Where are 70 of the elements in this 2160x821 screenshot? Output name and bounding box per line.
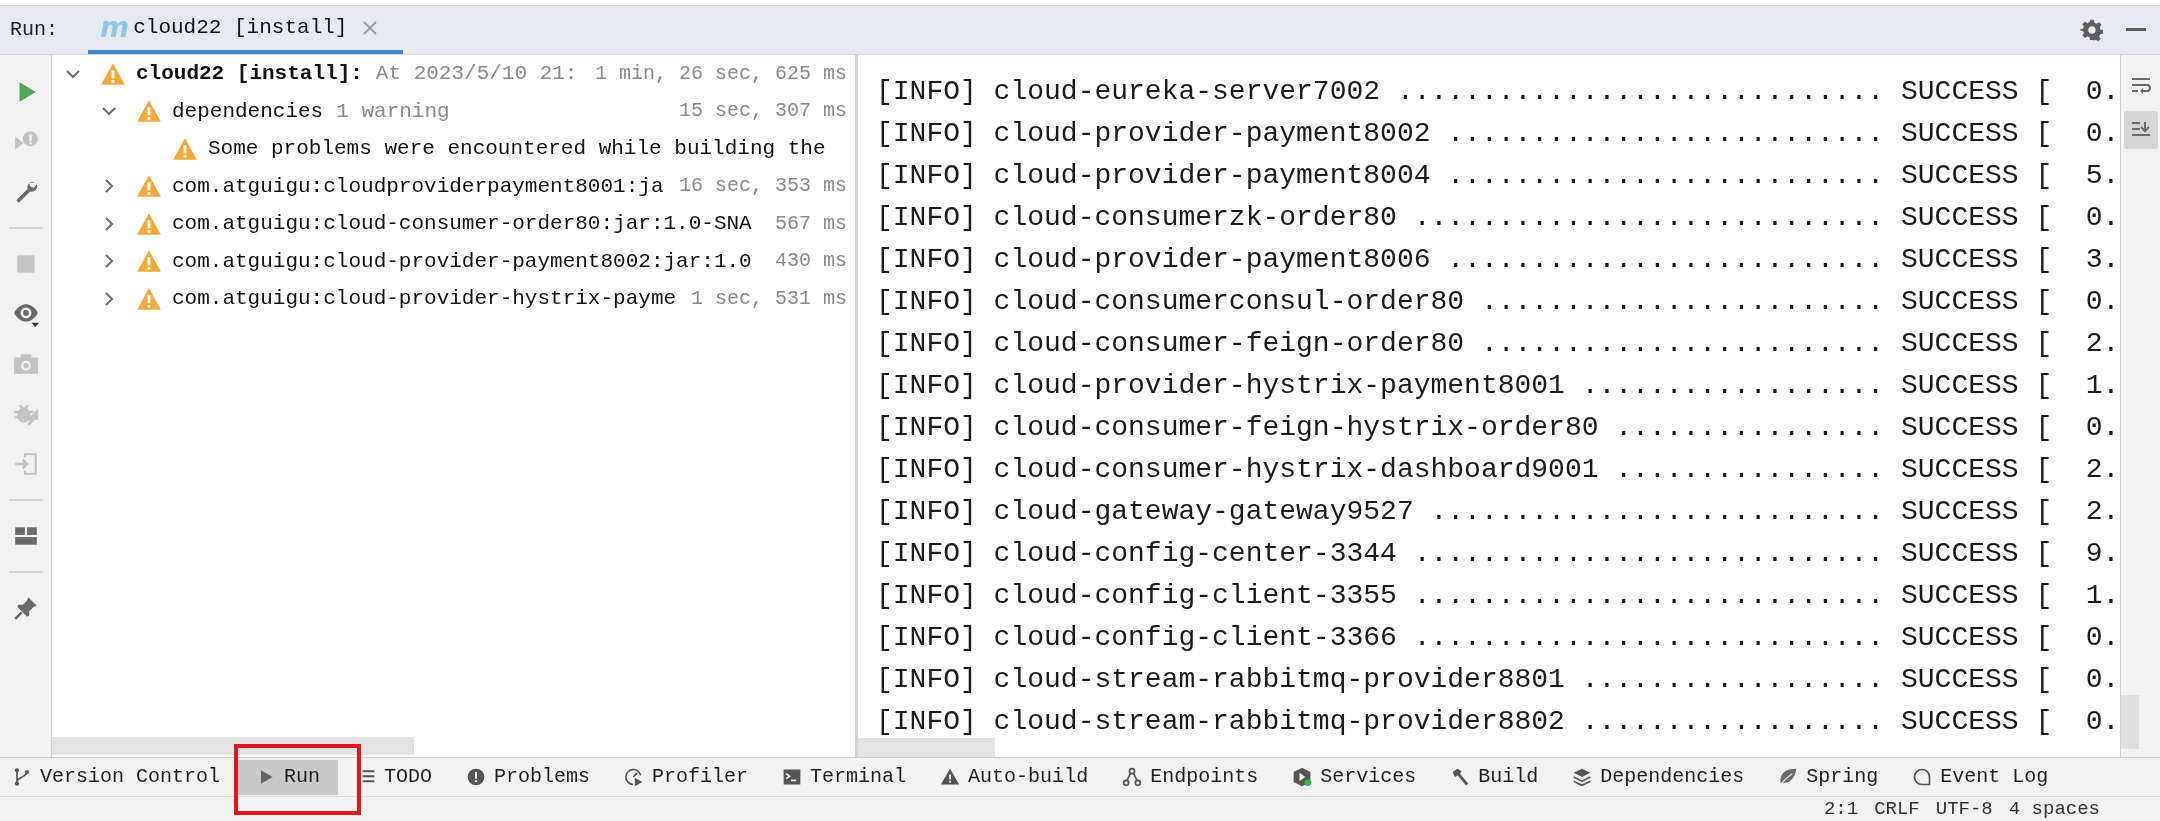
tree-item[interactable]: dependencies xyxy=(172,95,324,127)
tool-window-button[interactable]: Services xyxy=(1292,759,1417,795)
tree-item[interactable]: cloud22 [install]: xyxy=(136,58,363,90)
pin-icon[interactable] xyxy=(12,595,39,621)
console-line: [INFO] cloud-gateway-gateway9527 ........................... SUCCESS [ 2. xyxy=(876,495,2120,529)
branch-icon xyxy=(12,767,32,787)
horizontal-scrollbar[interactable] xyxy=(52,737,414,755)
console-line: [INFO] cloud-consumerconsul-order80 ........................ SUCCESS [ 0. xyxy=(876,285,2120,319)
scroll-to-end-button[interactable] xyxy=(2123,111,2158,149)
tree-item[interactable]: com.atguigu:cloud-provider-hystrix-payme xyxy=(172,283,677,315)
duration-text: 1 sec, 531 ms xyxy=(690,285,847,312)
duration-text: 430 ms xyxy=(775,248,847,275)
warning-icon xyxy=(136,248,162,275)
tree-item[interactable]: com.atguigu:cloud-consumer-order80:jar:1.0-SNA xyxy=(172,208,752,240)
console-line: [INFO] cloud-stream-rabbitmq-provider8801 .................. SUCCESS [ 0. xyxy=(876,663,2120,697)
horizontal-scrollbar[interactable] xyxy=(858,738,995,757)
console-line: [INFO] cloud-consumer-feign-order80 ........................ SUCCESS [ 2. xyxy=(876,327,2120,361)
console-line: [INFO] cloud-provider-hystrix-payment8001 .................. SUCCESS [ 1. xyxy=(876,369,2120,403)
terminal-icon xyxy=(782,767,803,787)
warning-icon xyxy=(940,767,961,787)
console-line: [INFO] cloud-eureka-server7002 ............................. SUCCESS [ 0. xyxy=(876,75,2120,109)
warning-icon xyxy=(136,98,162,125)
status-text: CRLF xyxy=(1874,796,1920,821)
console-line: [INFO] cloud-consumer-feign-hystrix-order80 ................ SUCCESS [ 0. xyxy=(876,411,2120,445)
tool-window-button[interactable]: Dependencies xyxy=(1572,759,1745,795)
tool-window-button[interactable]: Run xyxy=(238,759,339,795)
run-label: Run: xyxy=(10,17,58,43)
tool-window-button[interactable]: Spring xyxy=(1778,759,1879,795)
tree-item[interactable]: com.atguigu:cloudproviderpayment8001:ja xyxy=(172,170,664,202)
layers-icon xyxy=(1572,767,1593,787)
tree-item[interactable]: com.atguigu:cloud-provider-payment8002:jar:1.0 xyxy=(172,245,752,277)
eye-icon[interactable] xyxy=(12,301,39,327)
hammer-icon xyxy=(1450,767,1471,787)
tool-window-button[interactable]: Auto-build xyxy=(940,759,1089,795)
console-line: [INFO] cloud-provider-payment8004 .......................... SUCCESS [ 5. xyxy=(876,159,2120,193)
tool-window-button[interactable]: TODO xyxy=(356,759,433,795)
tool-window-button[interactable]: Problems xyxy=(466,759,591,795)
tool-window-button[interactable]: Terminal xyxy=(782,759,907,795)
settings-icon[interactable] xyxy=(2080,18,2104,42)
console-line: [INFO] cloud-consumerzk-order80 ............................ SUCCESS [ 0. xyxy=(876,201,2120,235)
tree-item[interactable]: Some problems were encountered while building the xyxy=(208,133,826,165)
console-line: [INFO] cloud-consumer-hystrix-dashboard9001 ................ SUCCESS [ 2. xyxy=(876,453,2120,487)
tree-item-note: 1 warning xyxy=(336,98,450,125)
console-line: [INFO] cloud-config-center-3344 ............................ SUCCESS [ 9. xyxy=(876,537,2120,571)
duration-text: 15 sec, 307 ms xyxy=(678,98,847,125)
exclamation-icon xyxy=(466,767,487,787)
tool-window-button[interactable]: Build xyxy=(1450,759,1539,795)
maven-icon: m xyxy=(100,14,130,42)
status-text: UTF-8 xyxy=(1935,796,1993,821)
duration-text: 16 sec, 353 ms xyxy=(678,173,847,200)
tool-window-button[interactable]: Version Control xyxy=(12,759,221,795)
minimize-icon[interactable] xyxy=(2126,28,2146,32)
duration-text: 1 min, 26 sec, 625 ms xyxy=(594,60,847,87)
duration-text: 567 ms xyxy=(775,210,847,237)
tree-item-note: At 2023/5/10 21: xyxy=(375,61,578,87)
graph-icon xyxy=(1122,767,1143,787)
vertical-scrollbar[interactable] xyxy=(2120,695,2139,749)
console-line: [INFO] cloud-provider-payment8002 .......................... SUCCESS [ 0. xyxy=(876,117,2120,151)
console-line: [INFO] cloud-provider-payment8006 .......................... SUCCESS [ 3. xyxy=(876,243,2120,277)
services-icon xyxy=(1292,767,1313,787)
console-line: [INFO] cloud-stream-rabbitmq-provider8802 .................. SUCCESS [ 0. xyxy=(876,705,2120,739)
status-text: 4 spaces xyxy=(2008,796,2100,821)
tool-window-button[interactable]: Profiler xyxy=(624,759,749,795)
speech-bubble-icon xyxy=(1912,767,1933,787)
status-text: 2:1 xyxy=(1823,796,1859,821)
warning-icon xyxy=(136,173,162,200)
console-line: [INFO] cloud-config-client-3366 ............................ SUCCESS [ 0. xyxy=(876,621,2120,655)
console-line: [INFO] cloud-config-client-3355 ............................ SUCCESS [ 1. xyxy=(876,579,2120,613)
tool-window-button[interactable]: Event Log xyxy=(1912,759,2049,795)
tool-window-button[interactable]: Endpoints xyxy=(1122,759,1259,795)
